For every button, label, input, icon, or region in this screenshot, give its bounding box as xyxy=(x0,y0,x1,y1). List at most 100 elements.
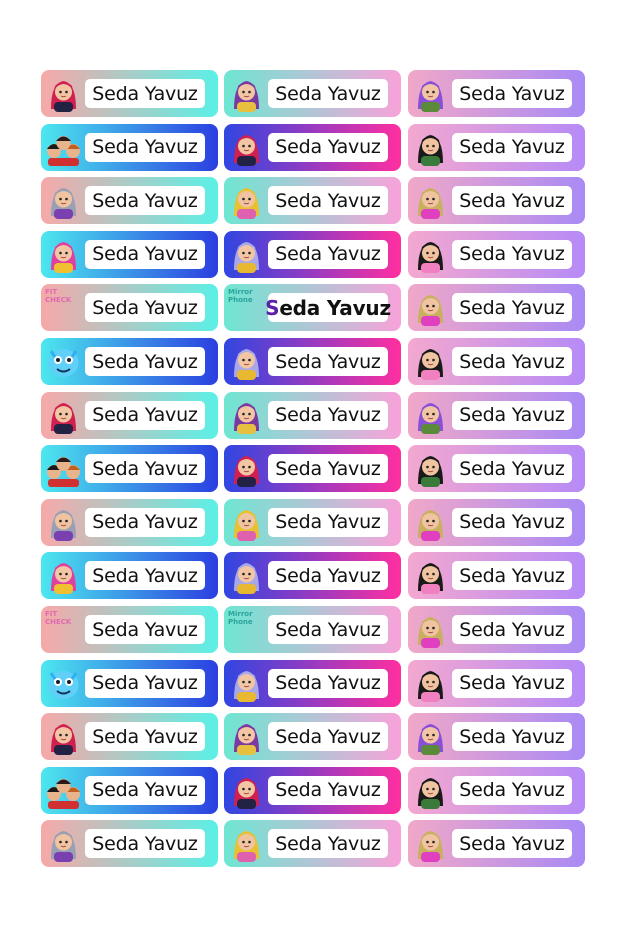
name-box: Seda Yavuz xyxy=(85,615,205,644)
name-label-sheet: Seda Yavuz Seda Yavuz Seda Yavuz Seda Ya… xyxy=(0,0,621,931)
name-label: Seda Yavuz xyxy=(408,338,585,385)
name-text: Seda Yavuz xyxy=(275,779,381,802)
name-box: Seda Yavuz xyxy=(268,186,388,216)
logo-title: FIT CHECK xyxy=(45,610,72,626)
name-text: Seda Yavuz xyxy=(92,404,198,427)
blonde-boy-avatar-icon xyxy=(412,289,449,327)
pink-hair-girl-avatar-icon xyxy=(45,557,82,595)
name-text: Seda Yavuz xyxy=(92,832,198,855)
group-trio-avatar-icon xyxy=(45,450,82,488)
name-label: Seda Yavuz xyxy=(408,606,585,653)
name-box: Seda Yavuz xyxy=(452,347,572,376)
name-text: Seda Yavuz xyxy=(92,564,198,587)
name-text: Seda Yavuz xyxy=(459,243,565,266)
name-label: Mirror Phone Seda Yavuz xyxy=(224,606,401,653)
name-label: Seda Yavuz xyxy=(408,177,585,225)
name-box: Seda Yavuz xyxy=(268,507,388,537)
name-text: Seda Yavuz xyxy=(275,82,381,105)
dark-hair-boy-2-avatar-icon xyxy=(412,557,449,595)
dark-hair-boy-avatar-icon xyxy=(412,129,449,166)
name-label: FIT CHECK Seda Yavuz xyxy=(41,284,218,332)
name-label: Seda Yavuz xyxy=(408,713,585,761)
logo-title: FIT CHECK xyxy=(45,288,72,305)
name-label: Seda Yavuz xyxy=(224,391,401,439)
dark-hair-boy-avatar-icon xyxy=(412,772,449,809)
name-text: Seda Yavuz xyxy=(275,725,381,748)
name-label: Seda Yavuz xyxy=(41,230,218,278)
name-text: Seda Yavuz xyxy=(92,672,198,695)
name-box: Seda Yavuz xyxy=(85,186,205,216)
name-label: Seda Yavuz xyxy=(224,445,401,493)
name-box: Seda Yavuz xyxy=(452,132,572,162)
name-box: Seda Yavuz xyxy=(452,722,572,752)
name-label: Seda Yavuz xyxy=(41,498,218,546)
name-text: Seda Yavuz xyxy=(92,189,198,212)
girl-red-hair-avatar-icon xyxy=(228,450,265,488)
gray-hair-girl-avatar-icon xyxy=(228,343,265,380)
fit-check-logo: FIT CHECK xyxy=(45,610,83,650)
fit-check-logo: FIT CHECK xyxy=(45,288,83,328)
bun-girl-avatar-icon xyxy=(228,397,265,434)
name-text: Seda Yavuz xyxy=(275,457,381,480)
name-box: Seda Yavuz xyxy=(85,132,205,162)
purple-hair-girl-avatar-icon xyxy=(412,397,449,434)
name-text: Seda Yavuz xyxy=(459,457,565,480)
name-box: Seda Yavuz xyxy=(452,454,572,484)
name-box: Seda Yavuz xyxy=(452,79,572,108)
name-label: Seda Yavuz xyxy=(41,713,218,761)
name-text: Seda Yavuz xyxy=(275,189,381,212)
name-text: Seda Yavuz xyxy=(459,672,565,695)
name-box: Seda Yavuz xyxy=(452,293,572,323)
name-text: Seda Yavuz xyxy=(275,564,381,587)
name-text: Seda Yavuz xyxy=(92,82,198,105)
name-box: Seda Yavuz xyxy=(85,239,205,269)
blonde-boy-avatar-icon xyxy=(412,611,449,648)
blonde-boy-avatar-icon xyxy=(412,504,449,541)
name-label: Seda Yavuz xyxy=(41,338,218,385)
blonde-boy-avatar-icon xyxy=(412,182,449,220)
gray-hair-girl-avatar-icon xyxy=(228,665,265,702)
name-box: Seda Yavuz xyxy=(85,347,205,376)
name-text: Seda Yavuz xyxy=(459,725,565,748)
name-text: Seda Yavuz xyxy=(92,350,198,373)
name-label: Seda Yavuz xyxy=(41,177,218,225)
logo-title: Mirror Phone xyxy=(228,610,253,626)
name-label: Mirror Phone Seda Yavuz xyxy=(224,284,401,332)
purple-hair-girl-avatar-icon xyxy=(412,718,449,756)
girl-red-hair-avatar-icon xyxy=(228,772,265,809)
name-text: Seda Yavuz xyxy=(459,404,565,427)
name-box: Seda Yavuz xyxy=(452,775,572,805)
name-text: Seda Yavuz xyxy=(459,82,565,105)
gray-hair-girl-avatar-icon xyxy=(228,557,265,595)
name-label: Seda Yavuz xyxy=(408,445,585,493)
name-box: Seda Yavuz xyxy=(452,239,572,269)
name-text: Seda Yavuz xyxy=(92,457,198,480)
name-box: Seda Yavuz xyxy=(268,79,388,108)
name-text: Seda Yavuz xyxy=(459,189,565,212)
name-label: Seda Yavuz xyxy=(41,445,218,493)
name-text: Seda Yavuz xyxy=(459,136,565,159)
gray-hair-boy-avatar-icon xyxy=(45,825,82,863)
name-text: Seda Yavuz xyxy=(275,511,381,534)
name-label: Seda Yavuz xyxy=(41,766,218,814)
name-box: Seda Yavuz xyxy=(85,507,205,537)
name-box: Seda Yavuz xyxy=(85,293,205,323)
name-label: Seda Yavuz xyxy=(408,820,585,868)
name-text: Seda Yavuz xyxy=(459,511,565,534)
name-box: Seda Yavuz xyxy=(85,668,205,698)
name-box: Seda Yavuz xyxy=(268,239,388,269)
name-label: Seda Yavuz xyxy=(408,284,585,332)
blue-creature-avatar-icon xyxy=(45,343,82,380)
name-box: Seda Yavuz xyxy=(85,829,205,859)
name-label: Seda Yavuz xyxy=(408,123,585,171)
name-box: Seda Yavuz xyxy=(268,668,388,698)
yellow-hat-girl-avatar-icon xyxy=(228,182,265,220)
gray-hair-boy-avatar-icon xyxy=(45,504,82,541)
gray-hair-boy-avatar-icon xyxy=(45,182,82,220)
girl-red-hair-avatar-icon xyxy=(45,75,82,112)
name-box: Seda Yavuz xyxy=(268,775,388,805)
name-box: Seda Yavuz xyxy=(452,615,572,644)
name-label: Seda Yavuz xyxy=(408,766,585,814)
name-box: Seda Yavuz xyxy=(268,347,388,376)
name-box: Seda Yavuz xyxy=(268,615,388,644)
